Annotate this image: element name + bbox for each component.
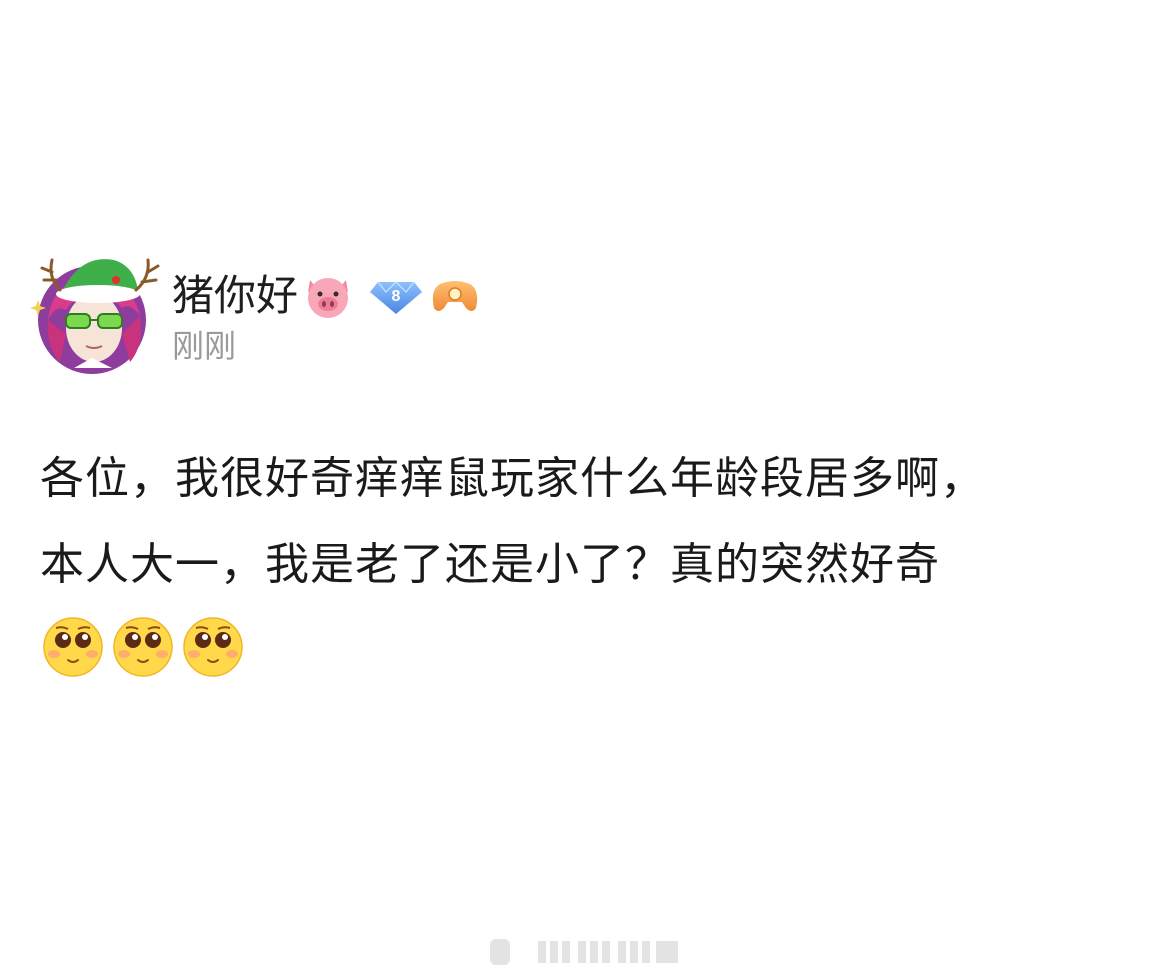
game-controller-badge-icon[interactable] xyxy=(430,274,480,318)
post-time: 刚刚 xyxy=(172,327,237,365)
emoji-row xyxy=(42,616,244,682)
pleading-face-icon xyxy=(182,616,244,682)
level-badge-value: 8 xyxy=(392,288,401,305)
author-row: 猪你好 8 刚刚 xyxy=(30,250,930,380)
pig-face-icon xyxy=(302,270,354,322)
post-text: 各位，我很好奇痒痒鼠玩家什么年龄段居多啊， 本人大一，我是老了还是小了？真的突然… xyxy=(40,436,1140,608)
pleading-face-icon xyxy=(112,616,174,682)
pleading-face-icon xyxy=(42,616,104,682)
post-card: 猪你好 8 刚刚 各位，我很好奇痒痒鼠玩家什么年龄段居多啊， 本人大一，我是老了… xyxy=(0,0,1170,980)
diamond-level-badge-icon[interactable]: 8 xyxy=(368,274,424,318)
post-text-line: 本人大一，我是老了还是小了？真的突然好奇 xyxy=(40,539,940,590)
post-text-line: 各位，我很好奇痒痒鼠玩家什么年龄段居多啊， xyxy=(40,453,985,504)
author-name-row: 猪你好 8 xyxy=(172,268,480,324)
watermark-graphic xyxy=(486,935,686,967)
avatar[interactable] xyxy=(30,250,165,375)
author-name[interactable]: 猪你好 xyxy=(172,271,298,321)
